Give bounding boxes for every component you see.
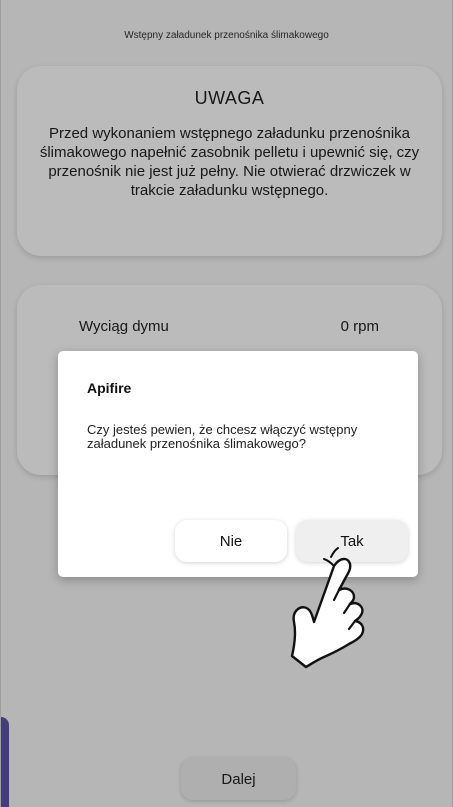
tap-hand-icon bbox=[290, 547, 365, 669]
dialog-message: Czy jesteś pewien, że chcesz włączyć wst… bbox=[87, 422, 358, 451]
dialog-title: Apifire bbox=[87, 380, 132, 396]
no-button[interactable]: Nie bbox=[175, 520, 287, 562]
